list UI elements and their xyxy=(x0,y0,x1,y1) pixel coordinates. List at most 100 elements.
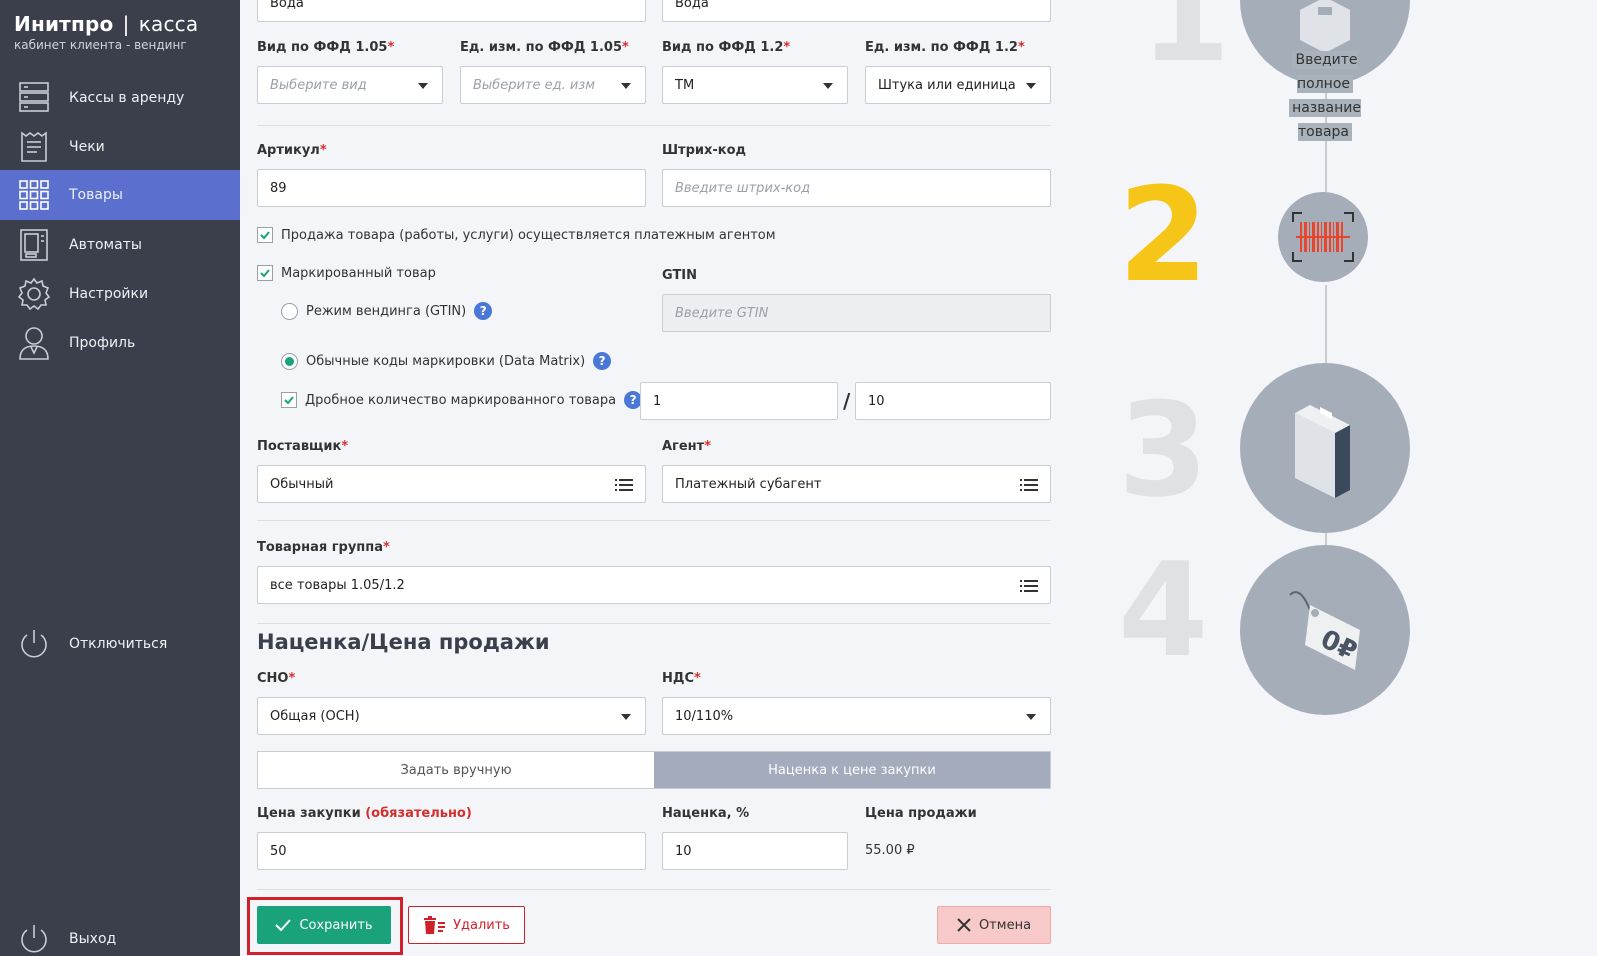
sidebar-item-profile[interactable]: Профиль xyxy=(0,318,240,368)
chevron-down-icon xyxy=(621,714,631,720)
agent-value: Платежный субагент xyxy=(675,476,822,492)
select-placeholder: Выберите ед. изм xyxy=(473,77,596,93)
logout-label: Выход xyxy=(69,931,117,947)
list-icon[interactable] xyxy=(1020,478,1038,492)
chevron-down-icon xyxy=(621,83,631,89)
mode-manual-button[interactable]: Задать вручную xyxy=(258,752,654,788)
gtin-input[interactable]: Введите GTIN xyxy=(662,294,1051,332)
article-value: 89 xyxy=(270,180,287,196)
help-icon[interactable]: ? xyxy=(474,302,493,320)
mode-markup-button[interactable]: Наценка к цене закупки xyxy=(654,752,1050,788)
fraction-numerator-input[interactable]: 1 xyxy=(640,382,838,420)
select-placeholder: Выберите вид xyxy=(270,77,367,93)
sidebar-item-machines[interactable]: Автоматы xyxy=(0,220,240,270)
sidebar-item-settings[interactable]: Настройки xyxy=(0,269,240,319)
datamatrix-radio[interactable]: Обычные коды маркировки (Data Matrix) ? xyxy=(281,352,612,370)
help-icon[interactable]: ? xyxy=(593,352,612,370)
purchase-price-label: Цена закупки (обязательно) xyxy=(257,806,472,821)
name-value: Вода xyxy=(270,0,304,11)
ffd105-unit-label: Ед. изм. по ФФД 1.05* xyxy=(460,40,629,55)
barcode-input[interactable]: Введите штрих-код xyxy=(662,169,1051,207)
trash-icon xyxy=(424,916,446,934)
radio-unselected xyxy=(281,302,298,320)
step-number-3: 3 xyxy=(1118,374,1209,526)
vat-select[interactable]: 10/110% xyxy=(662,697,1051,735)
box-icon xyxy=(1300,0,1350,53)
power-icon xyxy=(16,626,52,662)
save-button[interactable]: Сохранить xyxy=(257,906,391,944)
app-title-suffix: касса xyxy=(138,12,199,36)
product-group-select[interactable]: все товары 1.05/1.2 xyxy=(257,566,1051,604)
select-value: ТМ xyxy=(675,77,695,93)
marked-product-label: Маркированный товар xyxy=(281,265,436,281)
sidebar-item-label: Настройки xyxy=(69,286,149,302)
disconnect-button[interactable]: Отключиться xyxy=(0,619,240,669)
product-group-label: Товарная группа* xyxy=(257,540,390,555)
list-icon[interactable] xyxy=(615,478,633,492)
sno-select[interactable]: Общая (ОСН) xyxy=(257,697,646,735)
markup-input[interactable]: 10 xyxy=(662,832,848,870)
fractional-quantity-checkbox[interactable]: Дробное количество маркированного товара… xyxy=(281,391,643,409)
vending-mode-radio[interactable]: Режим вендинга (GTIN) ? xyxy=(281,302,493,320)
price-mode-toggle: Задать вручную Наценка к цене закупки xyxy=(257,751,1051,789)
article-input[interactable]: 89 xyxy=(257,169,646,207)
name-input-right[interactable]: Вода xyxy=(662,0,1051,22)
chevron-down-icon xyxy=(1026,83,1036,89)
sidebar-item-products[interactable]: Товары xyxy=(0,170,240,220)
ffd12-unit-select[interactable]: Штука или единица xyxy=(865,66,1051,104)
step-number-4: 4 xyxy=(1118,534,1209,686)
step-1-caption: Введите полное название товара xyxy=(1264,48,1386,144)
divider xyxy=(257,125,1051,126)
select-value: Штука или единица xyxy=(878,77,1016,93)
app-subtitle: кабинет клиента - вендинг xyxy=(14,38,187,52)
close-icon xyxy=(957,918,971,932)
purchase-price-input[interactable]: 50 xyxy=(257,832,646,870)
step-number-2: 2 xyxy=(1118,159,1209,311)
logout-button[interactable]: Выход xyxy=(0,914,240,956)
sidebar-item-receipts[interactable]: Чеки xyxy=(0,122,240,172)
step-4-circle: 0₽ xyxy=(1240,545,1410,715)
sidebar-item-label: Профиль xyxy=(69,335,136,351)
fraction-denominator-input[interactable]: 10 xyxy=(855,382,1051,420)
server-icon xyxy=(16,80,52,116)
sidebar-item-rental[interactable]: Кассы в аренду xyxy=(0,73,240,123)
cancel-button[interactable]: Отмена xyxy=(937,906,1051,944)
divider xyxy=(257,623,1051,624)
agent-sale-checkbox[interactable]: Продажа товара (работы, услуги) осуществ… xyxy=(257,227,776,243)
step-2-circle xyxy=(1278,192,1368,282)
agent-sale-label: Продажа товара (работы, услуги) осуществ… xyxy=(281,227,776,243)
datamatrix-label: Обычные коды маркировки (Data Matrix) xyxy=(306,353,586,369)
pricing-section-title: Наценка/Цена продажи xyxy=(257,630,550,654)
ffd12-kind-select[interactable]: ТМ xyxy=(662,66,848,104)
marked-product-checkbox[interactable]: Маркированный товар xyxy=(257,265,436,281)
supplier-select[interactable]: Обычный xyxy=(257,465,646,503)
list-icon[interactable] xyxy=(1020,579,1038,593)
ffd12-kind-label: Вид по ФФД 1.2* xyxy=(662,40,791,55)
sale-price-value: 55.00 ₽ xyxy=(865,843,915,858)
sidebar-item-label: Чеки xyxy=(69,139,105,155)
sno-label: СНО* xyxy=(257,671,296,686)
ffd12-unit-label: Ед. изм. по ФФД 1.2* xyxy=(865,40,1025,55)
barcode-placeholder: Введите штрих-код xyxy=(675,180,811,196)
sidebar-item-label: Автоматы xyxy=(69,237,142,253)
ffd105-unit-select[interactable]: Выберите ед. изм xyxy=(460,66,646,104)
article-label: Артикул* xyxy=(257,143,327,158)
chevron-down-icon xyxy=(823,83,833,89)
barcode-label: Штрих-код xyxy=(662,143,747,158)
sidebar-item-label: Кассы в аренду xyxy=(69,90,185,106)
chevron-down-icon xyxy=(418,83,428,89)
agent-select[interactable]: Платежный субагент xyxy=(662,465,1051,503)
disconnect-label: Отключиться xyxy=(69,636,168,652)
app-logo: Инитпро | касса кабинет клиента - вендин… xyxy=(14,12,198,52)
vat-value: 10/110% xyxy=(675,708,734,724)
sale-price-label: Цена продажи xyxy=(865,806,977,821)
grid-icon xyxy=(16,177,52,213)
ffd105-kind-select[interactable]: Выберите вид xyxy=(257,66,443,104)
name-input-left[interactable]: Вода xyxy=(257,0,646,22)
purchase-price-value: 50 xyxy=(270,843,287,859)
delete-button[interactable]: Удалить xyxy=(408,906,525,944)
fraction-numerator-value: 1 xyxy=(653,393,662,409)
checkbox-checked xyxy=(281,392,297,408)
checkbox-checked xyxy=(257,265,273,281)
chevron-down-icon xyxy=(1026,714,1036,720)
